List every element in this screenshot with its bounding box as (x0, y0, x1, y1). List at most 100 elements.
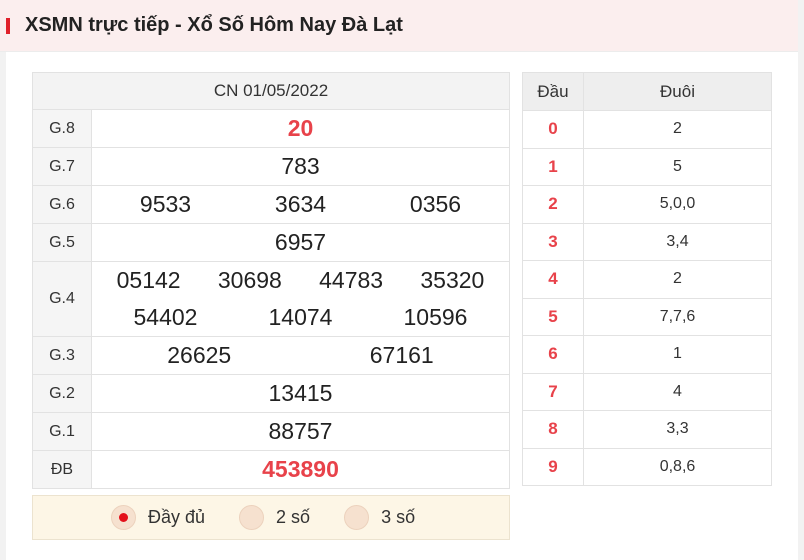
loto-tail: 3,3 (583, 410, 772, 449)
prize-number: 783 (281, 153, 320, 179)
loto-head: 1 (522, 147, 584, 186)
loto-head: 7 (522, 372, 584, 411)
prize-row: G.1 88757 (32, 412, 510, 451)
prize-row: G.7 783 (32, 147, 510, 186)
option-label: 3 số (381, 507, 416, 527)
loto-head: 4 (522, 260, 584, 299)
prize-line: 54402 14074 10596 (98, 299, 503, 336)
loto-tail: 7,7,6 (583, 297, 772, 336)
prize-numbers: 6957 (91, 223, 510, 262)
loto-tail: 2 (583, 110, 772, 149)
loto-tail: 2 (583, 260, 772, 299)
option-2-digit[interactable]: 2 số (239, 505, 310, 530)
prize-number: 14074 (268, 304, 333, 330)
prize-row: G.4 05142 30698 44783 35320 54402 14074 10596 (32, 261, 510, 337)
prize-number: 0356 (409, 191, 462, 217)
prize-label: G.4 (32, 261, 92, 337)
prize-line: 88757 (98, 413, 503, 450)
prize-number: 67161 (369, 342, 434, 368)
prize-line: 9533 3634 0356 (98, 186, 503, 223)
loto-tail: 4 (583, 372, 772, 411)
loto-row: 9 0,8,6 (522, 447, 772, 486)
prize-number: 10596 (403, 304, 468, 330)
loto-head: 8 (522, 410, 584, 449)
option-3-digit[interactable]: 3 số (344, 505, 415, 530)
prize-row: G.2 13415 (32, 374, 510, 413)
loto-row: 8 3,3 (522, 410, 772, 449)
loto-row: 02 (522, 110, 772, 149)
prize-numbers: 05142 30698 44783 35320 54402 14074 10596 (91, 261, 510, 337)
display-options: Đầy đủ 2 số 3 số (32, 495, 510, 540)
prize-label: G.3 (32, 336, 92, 375)
prize-label: G.7 (32, 147, 92, 186)
prize-number: 6957 (274, 229, 327, 255)
prize-number: 54402 (133, 304, 198, 330)
prize-numbers: 453890 (91, 450, 510, 489)
prize-number: 3634 (274, 191, 327, 217)
prize-row: G.3 26625 67161 (32, 336, 510, 375)
prize-number: 05142 (116, 267, 181, 293)
prize-row: G.5 6957 (32, 223, 510, 262)
prize-label: ĐB (32, 450, 92, 489)
results-table: CN 01/05/2022 G.8 20 G.7 783 G.6 9533 3634 0356… (32, 72, 510, 489)
prize-number: 20 (287, 115, 314, 141)
prize-label: G.6 (32, 185, 92, 224)
loto-tail-header: Đuôi (583, 72, 772, 111)
loto-table: Đầu Đuôi 0 2 1 5 2 5,0,0 3 3,4 4 2 5 7,7,6 6 1 7 4 8 3,3 9… (522, 72, 772, 486)
prize-number: 35320 (420, 267, 485, 293)
prize-number: 13415 (268, 380, 333, 406)
loto-head: 2 (522, 185, 584, 224)
prize-line: 6957 (98, 224, 503, 261)
prize-label: G.1 (32, 412, 92, 451)
prize-line: 783 (98, 148, 503, 185)
radio-button[interactable] (111, 505, 136, 530)
option-full[interactable]: Đầy đủ (111, 505, 205, 530)
prize-line: 13415 (98, 375, 503, 412)
page-header: XSMN trực tiếp - Xổ Số Hôm Nay Đà Lạt (0, 0, 798, 52)
prize-numbers: 20 (91, 109, 510, 148)
loto-tail: 0,8,6 (583, 447, 772, 486)
prize-line: 20 (98, 110, 503, 147)
loto-head: 9 (522, 447, 584, 486)
loto-head: 5 (522, 297, 584, 336)
prize-numbers: 13415 (91, 374, 510, 413)
loto-head: 6 (522, 335, 584, 374)
option-label: Đầy đủ (148, 507, 206, 527)
prize-number: 9533 (139, 191, 192, 217)
loto-row: 15 (522, 147, 772, 186)
draw-date: CN 01/05/2022 (32, 72, 510, 110)
loto-row: 2 5,0,0 (522, 185, 772, 224)
loto-head-header: Đầu (522, 72, 584, 111)
prize-number: 88757 (268, 418, 333, 444)
prize-label: G.8 (32, 109, 92, 148)
loto-row: 3 3,4 (522, 222, 772, 261)
prize-number: 453890 (262, 456, 339, 482)
loto-row: 5 7,7,6 (522, 297, 772, 336)
prize-row: G.8 20 (32, 109, 510, 148)
prize-row: G.6 9533 3634 0356 (32, 185, 510, 224)
loto-row: 74 (522, 372, 772, 411)
prize-numbers: 88757 (91, 412, 510, 451)
prize-number: 44783 (319, 267, 384, 293)
prize-number: 30698 (217, 267, 282, 293)
loto-tail: 5,0,0 (583, 185, 772, 224)
prize-numbers: 9533 3634 0356 (91, 185, 510, 224)
prize-label: G.5 (32, 223, 92, 262)
radio-button[interactable] (344, 505, 370, 530)
prize-number: 26625 (167, 342, 232, 368)
loto-tail: 1 (583, 335, 772, 374)
prize-numbers: 783 (91, 147, 510, 186)
prize-line: 05142 30698 44783 35320 (98, 262, 503, 299)
page-title: XSMN trực tiếp - Xổ Số Hôm Nay Đà Lạt (25, 14, 403, 36)
loto-row: 42 (522, 260, 772, 299)
loto-tail: 5 (583, 147, 772, 186)
prize-row: ĐB 453890 (32, 450, 510, 489)
prize-line: 453890 (98, 451, 503, 488)
radio-button[interactable] (239, 505, 265, 530)
option-label: 2 số (276, 507, 311, 527)
prize-line: 26625 67161 (98, 337, 503, 374)
prize-label: G.2 (32, 374, 92, 413)
header-accent-bar (6, 18, 10, 34)
loto-tail: 3,4 (583, 222, 772, 261)
loto-head: 3 (522, 222, 584, 261)
